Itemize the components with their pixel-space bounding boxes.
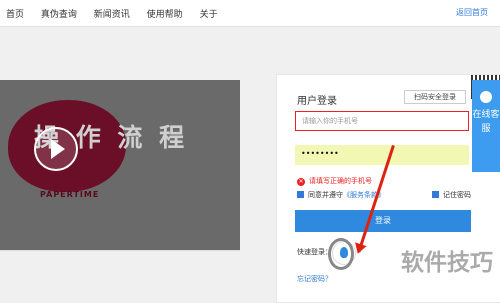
video-player[interactable]: 操 作 流 程 PAPERTIME xyxy=(0,80,240,251)
play-icon[interactable] xyxy=(34,127,78,171)
agree-text: 同意并遵守 xyxy=(308,191,343,199)
terms-agreement[interactable]: 同意并遵守《服务条款》 xyxy=(297,190,385,200)
brand-text: PAPERTIME xyxy=(40,190,100,199)
login-button[interactable]: 登录 xyxy=(295,210,471,232)
remember-password[interactable]: 记住密码 xyxy=(432,190,471,200)
forgot-password-link[interactable]: 忘记密码？ xyxy=(297,274,332,284)
top-navigation-bar: 首页 真伪查询 新闻资讯 使用帮助 关于 返回首页 xyxy=(0,0,500,27)
online-service-tab[interactable]: 在线客服 xyxy=(472,80,500,172)
password-input[interactable]: •••••••• xyxy=(295,145,469,165)
back-home-link[interactable]: 返回首页 xyxy=(456,7,488,18)
agree-checkbox[interactable] xyxy=(297,191,304,198)
phone-input[interactable]: 请输入你的手机号 xyxy=(295,111,469,131)
quick-login-label: 快速登录： xyxy=(297,248,332,256)
nav-home[interactable]: 首页 xyxy=(6,10,24,20)
nav-help[interactable]: 使用帮助 xyxy=(147,10,183,20)
watermark-text: 软件技巧 xyxy=(401,250,493,276)
nav-authenticity-check[interactable]: 真伪查询 xyxy=(41,10,77,20)
login-title: 用户登录 xyxy=(297,96,337,107)
watermark-icon xyxy=(328,238,354,270)
nav-about[interactable]: 关于 xyxy=(200,10,218,20)
online-service-label: 在线客服 xyxy=(472,110,500,134)
remember-checkbox[interactable] xyxy=(432,191,439,198)
scan-login-button[interactable]: 扫码安全登录 xyxy=(404,90,466,104)
main-nav: 首页 真伪查询 新闻资讯 使用帮助 关于 xyxy=(6,7,232,20)
remember-label: 记住密码 xyxy=(443,191,471,199)
customer-service-icon xyxy=(480,91,492,103)
nav-news[interactable]: 新闻资讯 xyxy=(94,10,130,20)
phone-error-message: 请填写正确的手机号 xyxy=(297,176,372,186)
